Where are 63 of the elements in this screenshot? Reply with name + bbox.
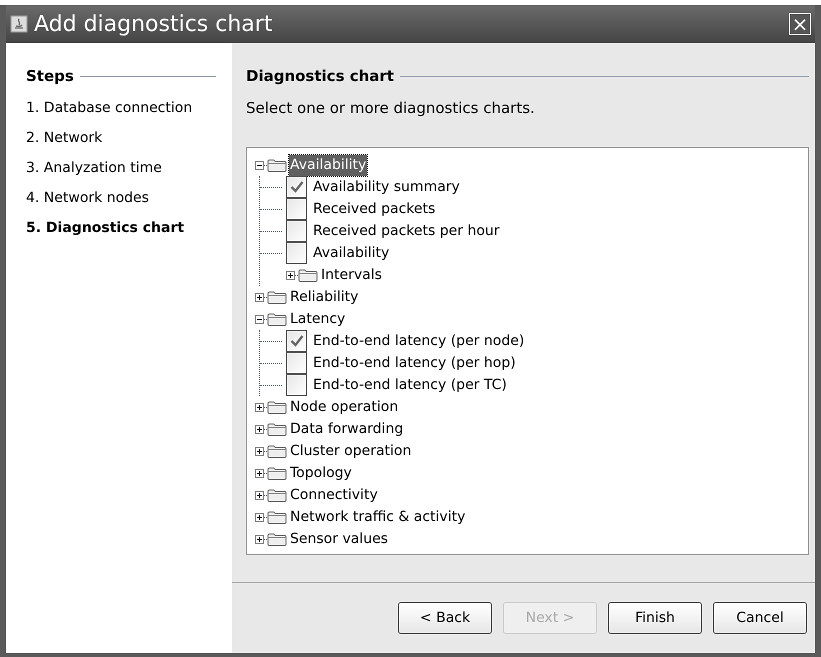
folder-icon — [267, 290, 287, 304]
step-item: 2. Network — [26, 128, 104, 148]
folder-label[interactable]: Reliability — [289, 286, 360, 308]
folder-icon — [267, 422, 287, 436]
instruction-text: Select one or more diagnostics charts. — [246, 98, 536, 118]
checkbox[interactable] — [286, 176, 307, 198]
expand-icon[interactable] — [255, 490, 264, 500]
folder-label[interactable]: Cluster operation — [289, 440, 412, 462]
close-button[interactable]: × — [789, 13, 811, 35]
collapse-icon[interactable] — [255, 160, 264, 170]
folder-label[interactable]: Intervals — [320, 264, 383, 286]
collapse-icon[interactable] — [255, 314, 264, 324]
checkbox-label: Received packets — [313, 200, 436, 218]
folder-label[interactable]: Node operation — [289, 396, 400, 418]
expand-icon[interactable] — [255, 534, 264, 544]
expand-icon[interactable] — [286, 270, 295, 280]
checkbox[interactable] — [286, 374, 307, 396]
folder-icon — [267, 444, 287, 458]
check-icon — [290, 335, 304, 347]
expand-icon[interactable] — [255, 468, 264, 478]
folder-label[interactable]: Network traffic & activity — [289, 506, 466, 528]
checkbox[interactable] — [286, 198, 307, 220]
steps-heading: Steps — [26, 66, 74, 87]
folder-icon — [298, 268, 318, 282]
expand-icon[interactable] — [255, 446, 264, 456]
folder-icon — [267, 488, 287, 502]
folder-icon — [267, 532, 287, 546]
folder-label[interactable]: Connectivity — [289, 484, 379, 506]
checkbox-label: Availability summary — [313, 178, 460, 196]
app-icon — [10, 15, 28, 33]
folder-label[interactable]: Data forwarding — [289, 418, 404, 440]
window-title: Add diagnostics chart — [34, 10, 274, 38]
folder-icon — [267, 510, 287, 524]
folder-icon — [267, 400, 287, 414]
folder-icon — [267, 312, 287, 326]
checkbox-label: End-to-end latency (per TC) — [313, 376, 507, 394]
checkbox-label: End-to-end latency (per hop) — [313, 354, 516, 372]
step-item: 5. Diagnostics chart — [26, 218, 186, 238]
checkbox[interactable] — [286, 220, 307, 242]
dialog-button[interactable]: Finish — [608, 602, 702, 634]
expand-icon[interactable] — [255, 512, 264, 522]
dialog-button[interactable]: < Back — [398, 602, 492, 634]
checkbox[interactable] — [286, 352, 307, 374]
folder-icon — [267, 158, 287, 172]
section-heading: Diagnostics chart — [246, 66, 394, 87]
expand-icon[interactable] — [255, 402, 264, 412]
step-item: 3. Analyzation time — [26, 158, 163, 178]
checkbox-label: Received packets per hour — [313, 222, 500, 240]
check-icon — [290, 181, 304, 193]
folder-label[interactable]: Sensor values — [289, 528, 389, 550]
step-item: 1. Database connection — [26, 98, 194, 118]
dialog-button[interactable]: Cancel — [713, 602, 807, 634]
checkbox[interactable] — [286, 330, 307, 352]
folder-icon — [267, 466, 287, 480]
expand-icon[interactable] — [255, 292, 264, 302]
checkbox[interactable] — [286, 242, 307, 264]
folder-label[interactable]: Topology — [289, 462, 353, 484]
folder-label[interactable]: Availability — [289, 154, 368, 176]
checkbox-label: Availability — [313, 244, 390, 262]
checkbox-label: End-to-end latency (per node) — [313, 332, 524, 350]
expand-icon[interactable] — [255, 424, 264, 434]
step-item: 4. Network nodes — [26, 188, 150, 208]
folder-label[interactable]: Latency — [289, 308, 346, 330]
